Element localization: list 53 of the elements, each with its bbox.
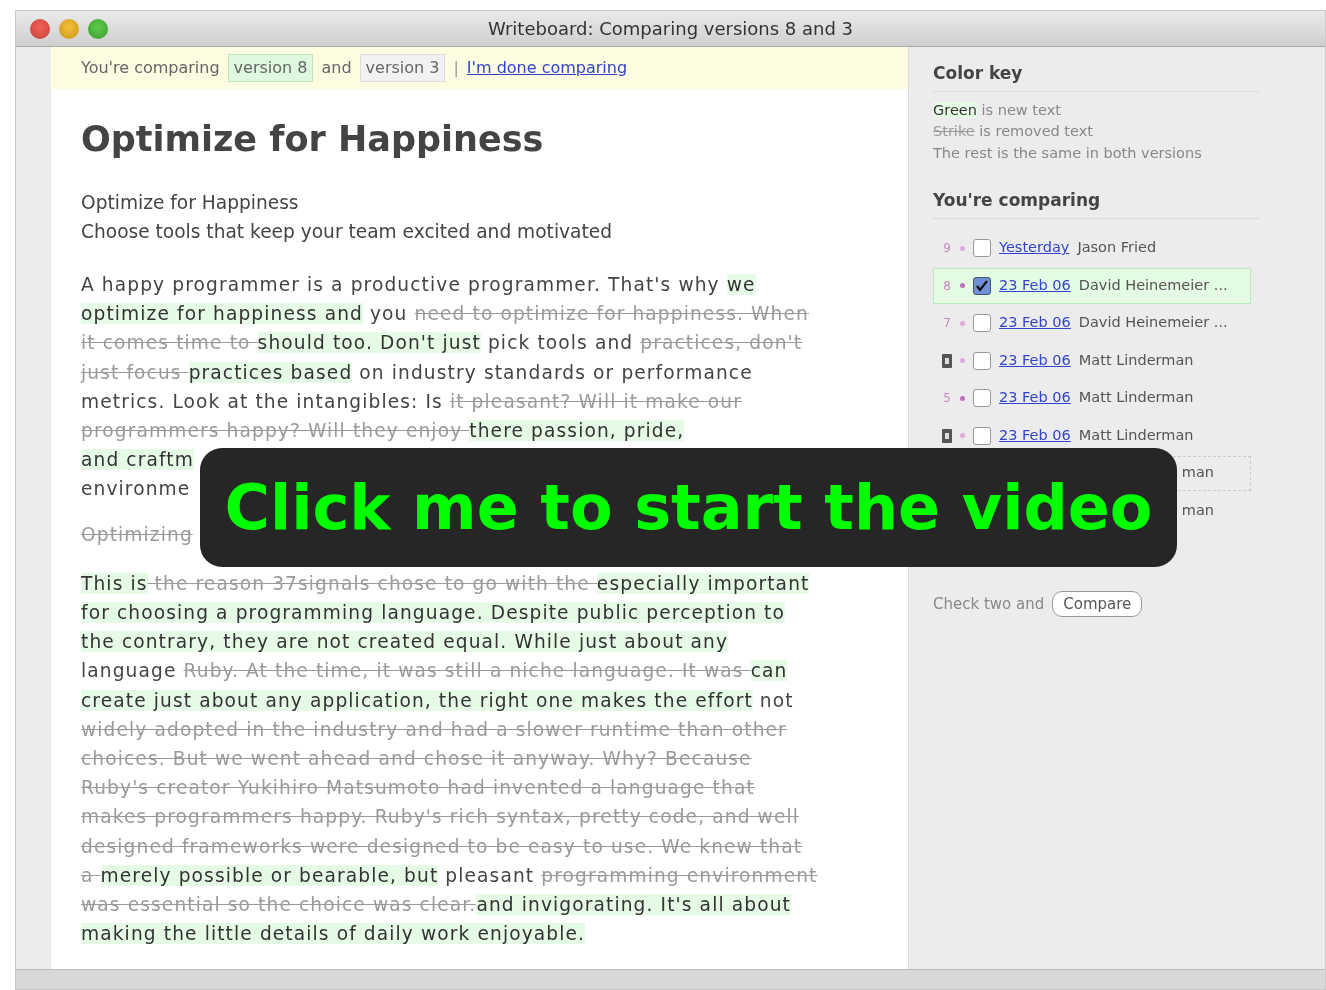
- version-row[interactable]: 23 Feb 06 Matt Linderman: [933, 343, 1251, 379]
- version-number: 7: [942, 315, 952, 333]
- version-row[interactable]: 7 23 Feb 06 David Heinemeier ...: [933, 305, 1251, 341]
- document-icon: [942, 353, 952, 368]
- color-key-line: Strike is removed text: [933, 122, 1094, 141]
- compare-hint: Check two and: [933, 593, 1045, 615]
- minimize-icon[interactable]: [59, 18, 79, 39]
- version-row[interactable]: 8 23 Feb 06 David Heinemeier ...: [933, 268, 1251, 304]
- version-checkbox[interactable]: [973, 276, 991, 295]
- author-name: David Heinemeier ...: [1078, 275, 1228, 295]
- document-title: Optimize for Happiness: [81, 118, 545, 161]
- version-checkbox[interactable]: [973, 389, 991, 408]
- version-number: 9: [942, 240, 952, 258]
- intro-line: Choose tools that keep your team excited and motivated: [81, 219, 613, 244]
- version-date-link[interactable]: 23 Feb 06: [999, 274, 1071, 297]
- color-key-line: The rest is the same in both versions: [933, 143, 1203, 163]
- version-checkbox[interactable]: [973, 426, 991, 445]
- compare-button[interactable]: Compare: [1052, 590, 1143, 617]
- author-name: David Heinemeier ...: [1078, 313, 1228, 333]
- version-number: 8: [942, 277, 952, 295]
- comparison-label: You're comparing: [81, 57, 220, 79]
- done-comparing-link[interactable]: I'm done comparing: [466, 56, 628, 80]
- version-tag: version 8: [227, 54, 314, 82]
- text-line: environme: [81, 477, 191, 502]
- version-checkbox[interactable]: [973, 351, 991, 370]
- zoom-icon[interactable]: [88, 18, 108, 39]
- version-date-link[interactable]: Yesterday: [999, 237, 1070, 260]
- version-number: 5: [942, 390, 952, 408]
- author-name: Matt Linderman: [1078, 388, 1194, 408]
- window-title: Writeboard: Comparing versions 8 and 3: [487, 18, 854, 39]
- version-checkbox[interactable]: [973, 314, 991, 333]
- section-heading: You're comparing: [933, 188, 1259, 219]
- document-icon: [942, 428, 952, 443]
- version-checkbox[interactable]: [973, 239, 991, 258]
- play-video-overlay[interactable]: Click me to start the video: [200, 448, 1177, 567]
- color-key-line: Green is new text: [933, 100, 1062, 120]
- author-name: Jason Fried: [1077, 238, 1157, 258]
- paragraph: Optimizing: [81, 522, 194, 547]
- version-date-link[interactable]: 23 Feb 06: [999, 387, 1071, 410]
- author-name: Matt Linderman: [1078, 350, 1194, 370]
- intro-line: Optimize for Happiness: [81, 190, 300, 215]
- version-date-link[interactable]: 23 Feb 06: [999, 349, 1071, 372]
- author-name: Matt Linderman: [1078, 425, 1194, 445]
- version-date-link[interactable]: 23 Feb 06: [999, 424, 1071, 447]
- close-icon[interactable]: [30, 18, 50, 39]
- section-heading: Color key: [933, 61, 1259, 92]
- joiner-text: and: [321, 57, 352, 79]
- version-row[interactable]: 9 Yesterday Jason Fried: [933, 230, 1251, 266]
- version-tag: version 3: [359, 54, 446, 82]
- paragraph: This is the reason 37signals chose to go with the especially important for choosing a programming language. Despite public perception to the contrary, they are not created equal. While just about any language Ruby. At the time, it was still a niche language. It was can create just about any application, the right one makes the effort not widely adopted in the industry and had a slower runtime than other choices. But we went ahead and chose it anyway. Why? Because Ruby's creator Yukihiro Matsumoto had invented a language that makes programmers happy. Ruby's rich syntax, pretty code, and well designed frameworks were designed to be easy to use. We knew that a merely possible or bearable, but pleasant programming environment was essential so the choice was clear.and invigorating. It's all about making the little details of daily work enjoyable.: [81, 571, 819, 947]
- version-row[interactable]: 5 23 Feb 06 Matt Linderman: [933, 380, 1251, 416]
- version-date-link[interactable]: 23 Feb 06: [999, 312, 1071, 335]
- separator-text: |: [453, 57, 459, 79]
